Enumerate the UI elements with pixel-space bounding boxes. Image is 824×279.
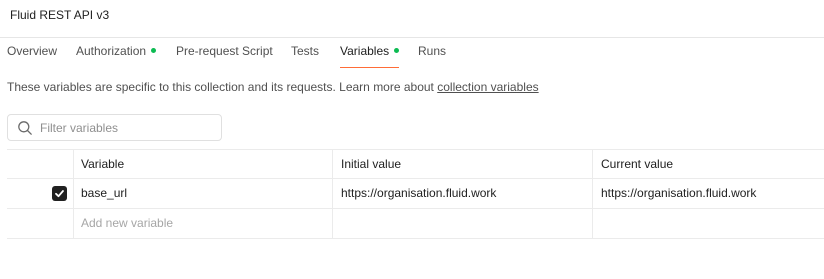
status-dot [394, 48, 400, 54]
new-initial-value-cell[interactable] [332, 209, 592, 238]
collection-header: Fluid REST API v3 [0, 0, 824, 38]
checkmark-icon [55, 190, 64, 198]
tab-tests[interactable]: Tests [291, 38, 319, 68]
enabled-checkbox[interactable] [52, 186, 67, 201]
new-current-value-cell[interactable] [592, 209, 824, 238]
tab-label: Pre-request Script [176, 44, 273, 58]
collection-variables-link[interactable]: collection variables [437, 80, 538, 94]
tab-label: Overview [7, 44, 58, 58]
tab-pre-request-script[interactable]: Pre-request Script [176, 38, 273, 68]
tab-authorization[interactable]: Authorization [76, 38, 157, 68]
variable-name-cell[interactable]: base_url [73, 179, 332, 208]
initial-value-cell[interactable]: https://organisation.fluid.work [332, 179, 592, 208]
tab-label: Variables [340, 44, 390, 58]
column-header-variable: Variable [73, 150, 332, 178]
variables-description: These variables are specific to this col… [7, 80, 539, 94]
tab-label: Tests [291, 44, 320, 58]
add-new-variable-input[interactable]: Add new variable [73, 209, 332, 238]
tab-overview[interactable]: Overview [7, 38, 57, 68]
table-header-row: Variable Initial value Current value [7, 149, 824, 179]
status-dot [151, 48, 157, 54]
current-value-cell[interactable]: https://organisation.fluid.work [592, 179, 824, 208]
table-row: base_url https://organisation.fluid.work… [7, 179, 824, 209]
tab-runs[interactable]: Runs [418, 38, 446, 68]
row-checkbox-cell [7, 179, 73, 208]
description-text: These variables are specific to this col… [7, 80, 438, 94]
tab-bar: Overview Authorization Pre-request Scrip… [0, 38, 824, 68]
search-icon [17, 120, 33, 136]
filter-variables-input[interactable] [40, 119, 215, 137]
column-header-current-value: Current value [592, 150, 824, 178]
collection-title: Fluid REST API v3 [10, 8, 110, 22]
filter-variables-field[interactable] [7, 114, 222, 141]
tab-label: Runs [418, 44, 447, 58]
new-variable-row: Add new variable [7, 209, 824, 239]
tab-variables[interactable]: Variables [340, 38, 400, 68]
column-header-initial-value: Initial value [332, 150, 592, 178]
tab-label: Authorization [76, 44, 147, 58]
header-checkbox-cell [7, 150, 73, 178]
row-checkbox-cell [7, 209, 73, 238]
